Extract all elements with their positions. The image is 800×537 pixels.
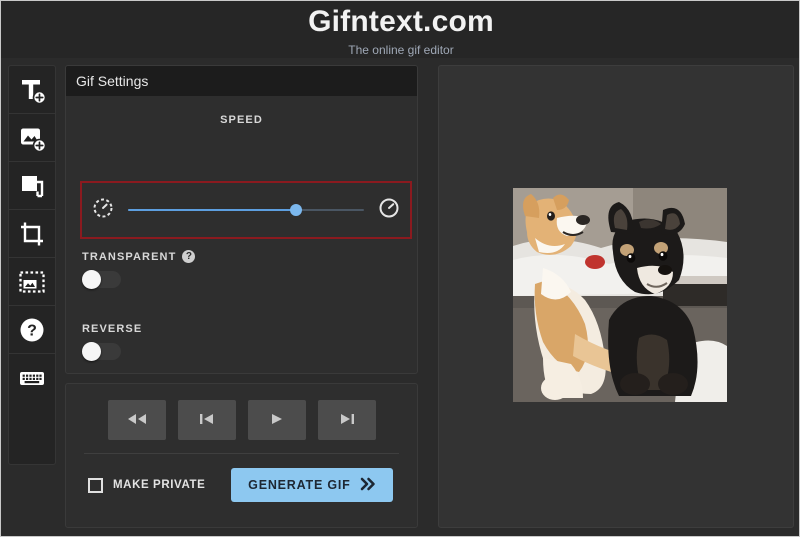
speed-slider-annotation-box [80, 181, 412, 239]
site-title: Gifntext.com [308, 5, 494, 38]
transparent-setting: TRANSPARENT ? [82, 250, 196, 289]
transparent-toggle[interactable] [82, 270, 121, 289]
sidebar-item-crop[interactable] [9, 210, 55, 258]
reverse-setting: REVERSE [82, 323, 143, 361]
gifntext-app: Gifntext.com The online gif editor ? Gif… [0, 0, 800, 537]
sidebar-item-layers[interactable] [9, 162, 55, 210]
make-private-label[interactable]: MAKE PRIVATE [113, 479, 205, 491]
sidebar-item-background[interactable] [9, 258, 55, 306]
transparent-label: TRANSPARENT [82, 250, 177, 263]
rewind-icon [126, 412, 148, 429]
speed-slider-fill [128, 209, 296, 211]
skip-start-icon [198, 412, 216, 429]
reverse-toggle[interactable] [82, 342, 121, 361]
play-button[interactable] [247, 400, 306, 440]
image-plus-icon [17, 123, 47, 153]
panel-title: Gif Settings [76, 73, 149, 89]
double-chevron-right-icon [359, 477, 377, 494]
gif-settings-header: Gif Settings [66, 66, 417, 96]
gif-settings-body: SPEED TRANSPARENT ? REVERSE [66, 114, 417, 361]
speed-slider-thumb[interactable] [289, 204, 302, 216]
gif-preview[interactable] [513, 188, 727, 402]
keyboard-icon [17, 363, 47, 393]
text-plus-icon [17, 75, 47, 105]
skip-to-end-button[interactable] [317, 400, 376, 440]
tool-sidebar: ? [8, 65, 56, 465]
speed-slider[interactable] [128, 202, 364, 218]
action-row: MAKE PRIVATE GENERATE GIF [66, 454, 417, 502]
sidebar-item-add-text[interactable] [9, 66, 55, 114]
playback-controls [66, 384, 417, 440]
svg-text:?: ? [27, 322, 37, 339]
gif-settings-panel: Gif Settings SPEED TRANSPARENT ? REVERSE [65, 65, 418, 374]
layers-icon [17, 171, 47, 201]
make-private-checkbox[interactable] [88, 477, 103, 493]
canvas-panel[interactable] [438, 65, 794, 528]
image-dashed-icon [17, 267, 47, 297]
skip-end-icon [338, 412, 356, 429]
speedometer-fast-icon [378, 197, 400, 224]
site-header: Gifntext.com The online gif editor [1, 1, 799, 58]
site-tagline: The online gif editor [348, 43, 454, 57]
reverse-label: REVERSE [82, 323, 143, 335]
toggle-knob [82, 342, 101, 361]
skip-to-start-button[interactable] [177, 400, 236, 440]
sidebar-item-help[interactable]: ? [9, 306, 55, 354]
generate-gif-label: GENERATE GIF [248, 478, 351, 492]
toggle-knob [82, 270, 101, 289]
playback-panel: MAKE PRIVATE GENERATE GIF [65, 383, 418, 528]
gif-preview-frame [513, 188, 727, 402]
crop-icon [17, 219, 47, 249]
play-icon [269, 412, 285, 429]
rewind-button[interactable] [107, 400, 166, 440]
question-circle-icon: ? [18, 316, 46, 344]
sidebar-item-add-image[interactable] [9, 114, 55, 162]
speedometer-slow-icon [92, 197, 114, 224]
sidebar-item-keyboard-shortcuts[interactable] [9, 354, 55, 402]
generate-gif-button[interactable]: GENERATE GIF [231, 468, 394, 502]
question-mark-icon[interactable]: ? [182, 250, 196, 263]
speed-label: SPEED [220, 114, 263, 126]
